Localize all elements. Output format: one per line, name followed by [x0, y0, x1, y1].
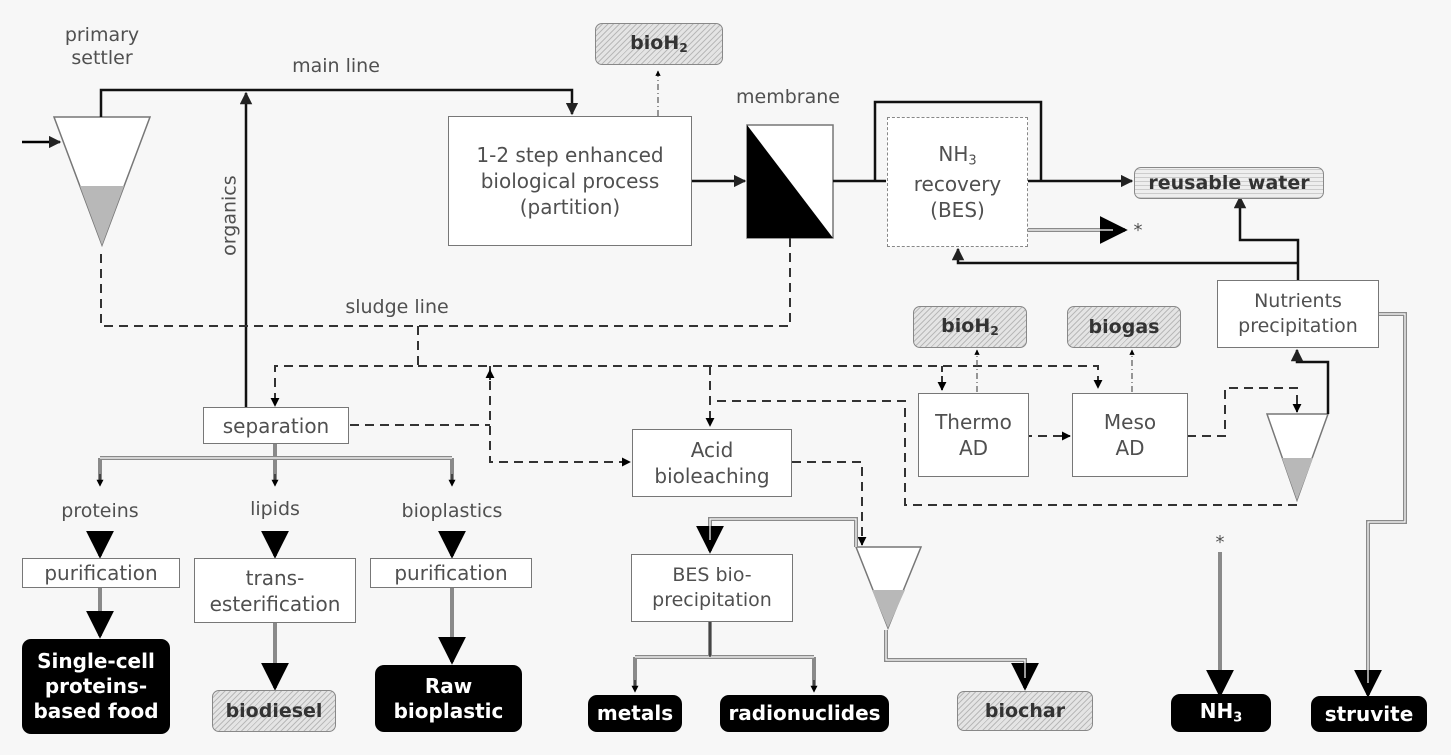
separation-label: separation: [222, 413, 330, 438]
settler-to-nutrients-wire: [1290, 348, 1330, 414]
nutrients-to-water-wire: [1233, 195, 1300, 280]
trans-line1: trans-: [245, 565, 305, 590]
asterisk-nh3-in: *: [1215, 532, 1225, 553]
thermo-line2: AD: [958, 436, 989, 460]
separation-box[interactable]: separation: [203, 407, 349, 444]
bio-process-box[interactable]: 1-2 step enhanced biological process (pa…: [448, 116, 692, 246]
nutrients-precipitation-box[interactable]: Nutrients precipitation: [1217, 280, 1379, 348]
meso-ad-box[interactable]: Meso AD: [1072, 393, 1188, 477]
asterisk-nh3-out: *: [1133, 220, 1143, 241]
biodiesel-product[interactable]: biodiesel: [212, 690, 336, 732]
radionuclides-label: radionuclides: [728, 701, 881, 725]
acid-bioleaching-box[interactable]: Acid bioleaching: [632, 429, 792, 497]
nh3-recovery-box[interactable]: NH3 recovery (BES): [887, 117, 1028, 247]
nh3-product[interactable]: NH3: [1171, 694, 1271, 732]
purification-proteins-box[interactable]: purification: [22, 558, 180, 588]
bio-process-line3: (partition): [519, 195, 621, 219]
nh3-recovery-line3: (BES): [930, 197, 985, 222]
biogas-label: biogas: [1088, 316, 1160, 338]
bio-process-line2: biological process: [480, 169, 660, 193]
primary-settler-tank: [52, 116, 152, 248]
digestate-settler-tank: [1265, 413, 1330, 503]
nh3-recovery-title: NH3: [938, 142, 977, 169]
bioleaching-settler-tank: [854, 546, 923, 631]
separation-split-wires: [96, 444, 456, 487]
acid-to-settler-wire: [792, 461, 867, 546]
to-bes-wire: [696, 517, 858, 554]
scp-food-product[interactable]: Single-cell proteins- based food: [22, 639, 170, 734]
stream-lipids: lipids: [250, 498, 300, 520]
bes-line1: BES bio-: [672, 564, 752, 587]
bioplastic-line1: Raw: [424, 673, 473, 698]
main-line-wire: [99, 88, 579, 117]
biogas-product[interactable]: biogas: [1067, 306, 1181, 348]
primary-settler-label: primary settler: [64, 24, 140, 70]
acid-line2: bioleaching: [654, 464, 770, 488]
to-biochar-wire: [884, 630, 1039, 691]
metals-label: metals: [596, 701, 674, 725]
scp-line2: proteins-: [44, 674, 148, 698]
sludge-line-label: sludge line: [345, 296, 449, 318]
bioplastic-line2: bioplastic: [393, 698, 504, 723]
nh3-recovery-line2: recovery: [913, 171, 1002, 196]
bes-split-wires: [631, 622, 818, 693]
scp-line1: Single-cell: [37, 649, 155, 673]
bes-bioprecipitation-box[interactable]: BES bio- precipitation: [631, 554, 793, 622]
stream-proteins: proteins: [61, 500, 139, 522]
main-line-label: main line: [292, 55, 380, 77]
meso-line2: AD: [1115, 436, 1145, 460]
raw-bioplastic-product[interactable]: Raw bioplastic: [375, 665, 522, 732]
meso-line1: Meso: [1103, 410, 1157, 434]
bes-line2: precipitation: [652, 589, 772, 611]
bioh2-top-product[interactable]: bioH2: [595, 23, 723, 65]
struvite-label: struvite: [1324, 701, 1414, 726]
reusable-water-label: reusable water: [1148, 172, 1310, 194]
bioh2-thermo-label: bioH2: [941, 315, 999, 339]
purification-bioplastics-label: purification: [394, 561, 508, 585]
nutrients-line2: precipitation: [1238, 315, 1358, 337]
nutrients-line1: Nutrients: [1254, 290, 1342, 313]
bio-process-line1: 1-2 step enhanced: [476, 143, 664, 167]
biochar-product[interactable]: biochar: [957, 691, 1093, 731]
nutrients-to-nh3-wire: [951, 247, 1298, 265]
reusable-water-product[interactable]: reusable water: [1134, 167, 1324, 199]
transesterification-box[interactable]: trans- esterification: [194, 558, 356, 623]
to-acid-bioleaching-wire: [489, 366, 631, 467]
membrane-label: membrane: [736, 86, 840, 108]
nutrients-to-struvite-wire: [1354, 312, 1407, 698]
sludge-to-separation-wire: [270, 326, 419, 407]
metals-product[interactable]: metals: [588, 695, 682, 732]
bioh2-top-label: bioH2: [630, 32, 688, 56]
purification-bioplastics-box[interactable]: purification: [370, 558, 532, 588]
radionuclides-product[interactable]: radionuclides: [720, 695, 889, 732]
organics-label: organics: [218, 175, 241, 256]
struvite-product[interactable]: struvite: [1311, 696, 1427, 732]
biodiesel-label: biodiesel: [225, 700, 323, 722]
biochar-label: biochar: [984, 700, 1066, 722]
trans-line2: esterification: [209, 591, 341, 616]
nh3-product-label: NH3: [1199, 699, 1243, 726]
acid-line1: Acid: [690, 438, 734, 462]
stream-bioplastics: bioplastics: [401, 500, 503, 522]
flow-lines: [22, 70, 1407, 698]
scp-line3: based food: [33, 699, 159, 723]
membrane-unit: [746, 124, 834, 239]
sludge-distribution-wire: [418, 365, 1103, 389]
thermo-line1: Thermo: [935, 410, 1012, 434]
thermo-ad-box[interactable]: Thermo AD: [918, 393, 1029, 477]
purification-proteins-label: purification: [44, 561, 158, 585]
bioh2-thermo-product[interactable]: bioH2: [913, 306, 1027, 348]
